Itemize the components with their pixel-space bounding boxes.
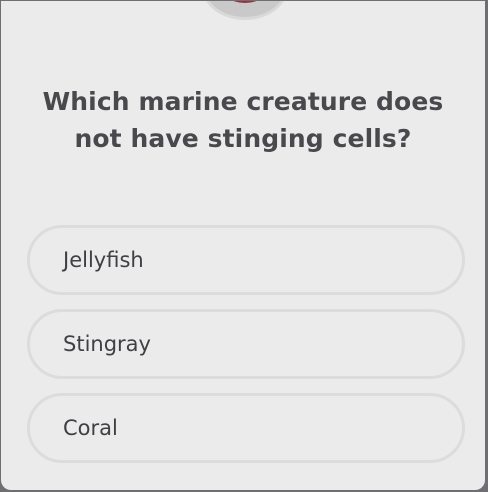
app-frame: Which marine creature does not have stin… xyxy=(0,0,488,492)
answer-option-label: Stingray xyxy=(63,332,151,356)
avatar xyxy=(205,1,285,17)
answer-option-jellyfish[interactable]: Jellyfish xyxy=(27,225,465,295)
quiz-card: Which marine creature does not have stin… xyxy=(1,1,485,490)
answer-options: Jellyfish Stingray Coral xyxy=(27,225,465,477)
answer-option-coral[interactable]: Coral xyxy=(27,393,465,463)
answer-option-label: Jellyfish xyxy=(63,248,144,272)
answer-option-label: Coral xyxy=(63,416,118,440)
answer-option-stingray[interactable]: Stingray xyxy=(27,309,465,379)
avatar-image-icon xyxy=(219,1,271,3)
question-text: Which marine creature does not have stin… xyxy=(42,87,444,153)
